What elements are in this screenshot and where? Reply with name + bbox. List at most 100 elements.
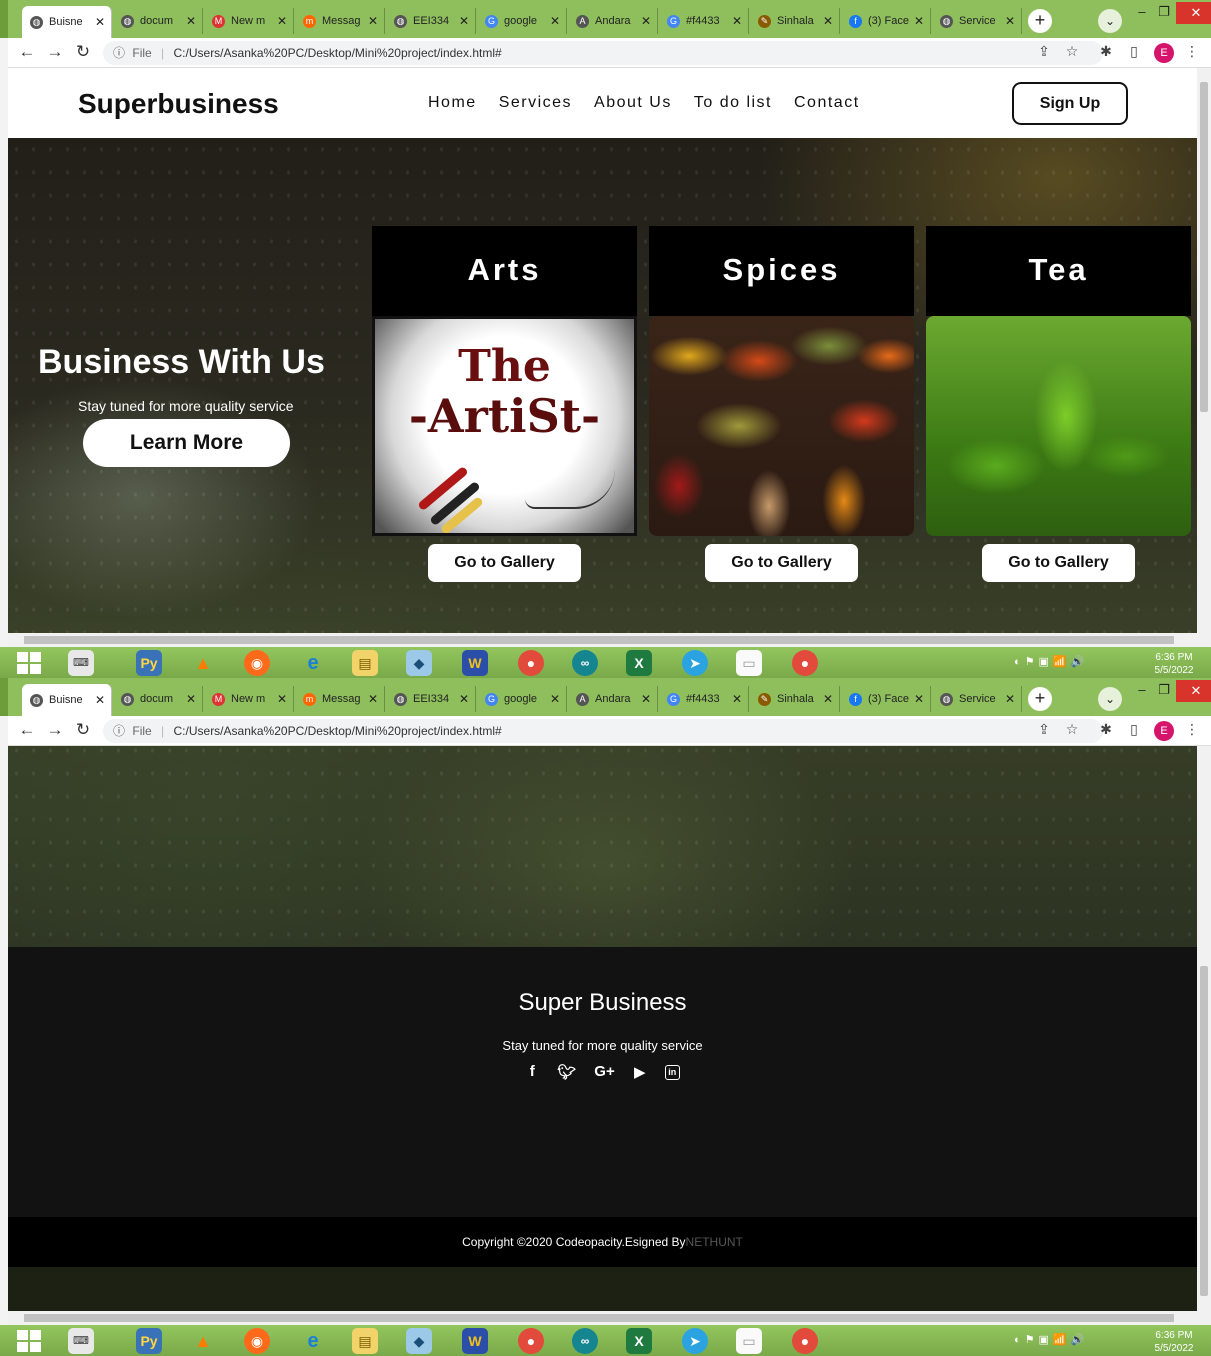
browser-tab[interactable]: f (3) Face ✕ [841,686,931,712]
arduino-icon[interactable]: ∞ [572,650,598,676]
reload-icon[interactable]: ↻ [72,42,94,62]
forward-arrow-icon[interactable]: → [44,42,66,62]
tab-close-icon[interactable]: ✕ [457,692,471,706]
tab-close-icon[interactable]: ✕ [184,692,198,706]
vlc-icon[interactable]: ▲ [190,650,216,676]
browser-tab[interactable]: ◍ Service ✕ [932,8,1022,34]
browser-tab[interactable]: M New m ✕ [204,8,294,34]
tab-close-icon[interactable]: ✕ [1003,14,1017,28]
taskbar-clock[interactable]: 6:36 PM 5/5/2022 [1145,651,1203,677]
browser-tab[interactable]: A Andara ✕ [568,686,658,712]
browser-tab[interactable]: ◍ Service ✕ [932,686,1022,712]
vlc-icon[interactable]: ▲ [190,1328,216,1354]
tab-search-chevron-icon[interactable]: ⌄ [1098,9,1122,33]
restore-icon[interactable]: ❐ [1156,682,1172,704]
minimize-icon[interactable]: – [1134,682,1150,704]
vertical-scrollbar[interactable] [1197,68,1211,633]
profile-avatar[interactable]: E [1154,43,1174,63]
facebook-icon[interactable]: f [525,1063,539,1081]
address-bar[interactable]: ⓘ File | C:/Users/Asanka%20PC/Desktop/Mi… [103,41,1103,65]
internet-explorer-icon[interactable]: e [300,650,326,676]
tab-close-icon[interactable]: ✕ [548,14,562,28]
reload-icon[interactable]: ↻ [72,720,94,740]
browser-tab[interactable]: ✎ Sinhala ✕ [750,8,840,34]
browser-tab[interactable]: M New m ✕ [204,686,294,712]
nav-about-us[interactable]: About Us [594,94,672,112]
profile-avatar[interactable]: E [1154,721,1174,741]
bookmark-star-icon[interactable]: ☆ [1062,43,1082,60]
firefox-icon[interactable]: ◉ [244,650,270,676]
browser-tab[interactable]: Ggoogle ✕ [477,8,567,34]
tab-close-icon[interactable]: ✕ [639,14,653,28]
window-close-icon[interactable]: ✕ [1176,2,1211,24]
vertical-scrollbar[interactable] [1197,746,1211,1311]
matlab-icon[interactable]: W [462,1328,488,1354]
browser-tab[interactable]: ◍ docum ✕ [113,8,203,34]
extensions-puzzle-icon[interactable]: ✱ [1096,721,1116,738]
tab-close-icon[interactable]: ✕ [184,14,198,28]
telegram-icon[interactable]: ➤ [682,650,708,676]
nav-contact[interactable]: Contact [794,94,860,112]
site-brand[interactable]: Superbusiness [78,88,279,120]
file-explorer-icon[interactable]: ▤ [352,1328,378,1354]
nav-todo-list[interactable]: To do list [694,94,772,112]
copyright-brand-link[interactable]: NETHUNT [686,1235,743,1249]
firefox-icon[interactable]: ◉ [244,1328,270,1354]
window-close-icon[interactable]: ✕ [1176,680,1211,702]
excel-icon[interactable]: X [626,1328,652,1354]
chrome-icon[interactable]: ● [518,650,544,676]
chrome-icon[interactable]: ● [518,1328,544,1354]
windows-start-icon[interactable] [17,652,41,674]
browser-tab[interactable]: Ggoogle ✕ [477,686,567,712]
internet-explorer-icon[interactable]: e [300,1328,326,1354]
linkedin-icon[interactable]: in [664,1065,680,1080]
twitter-icon[interactable]: 🐦︎ [557,1063,576,1081]
arduino-icon[interactable]: ∞ [572,1328,598,1354]
tab-close-icon[interactable]: ✕ [275,692,289,706]
tab-close-icon[interactable]: ✕ [639,692,653,706]
chrome-profile-icon[interactable]: ● [792,1328,818,1354]
keyboard-icon[interactable]: ⌨ [68,1328,94,1354]
address-bar[interactable]: ⓘ File | C:/Users/Asanka%20PC/Desktop/Mi… [103,719,1103,743]
windows-start-icon[interactable] [17,1330,41,1352]
browser-tab[interactable]: ◍ docum ✕ [113,686,203,712]
tab-close-icon[interactable]: ✕ [821,692,835,706]
browser-tab[interactable]: G #f4433 ✕ [659,686,749,712]
go-to-gallery-button[interactable]: Go to Gallery [982,544,1135,582]
learn-more-button[interactable]: Learn More [83,419,290,467]
tab-close-icon[interactable]: ✕ [730,14,744,28]
new-tab-button[interactable]: + [1028,9,1052,33]
python-icon[interactable]: Py [136,1328,162,1354]
extensions-puzzle-icon[interactable]: ✱ [1096,43,1116,60]
tab-close-icon[interactable]: ✕ [548,692,562,706]
back-arrow-icon[interactable]: ← [16,720,38,740]
restore-icon[interactable]: ❐ [1156,4,1172,26]
system-tray[interactable]: ◐⚑▣📶🔊 [1014,1333,1088,1346]
share-icon[interactable]: ⇪ [1034,43,1054,60]
browser-tab[interactable]: A Andara ✕ [568,8,658,34]
new-tab-button[interactable]: + [1028,687,1052,711]
browser-tab[interactable]: m Messag ✕ [295,686,385,712]
nav-home[interactable]: Home [428,94,477,112]
bookmark-star-icon[interactable]: ☆ [1062,721,1082,738]
system-tray[interactable]: ◐⚑▣📶🔊 [1014,655,1088,668]
browser-menu-icon[interactable]: ⋮ [1182,43,1202,60]
google-plus-icon[interactable]: G+ [594,1063,614,1081]
tab-close-icon[interactable]: ✕ [93,693,107,707]
browser-tab[interactable]: G #f4433 ✕ [659,8,749,34]
tab-close-icon[interactable]: ✕ [1003,692,1017,706]
notepad-icon[interactable]: ▭ [736,650,762,676]
browser-tab[interactable]: ◍ EEI334 ✕ [386,686,476,712]
browser-tab[interactable]: m Messag ✕ [295,8,385,34]
notes-app-icon[interactable]: ◆ [406,650,432,676]
notes-app-icon[interactable]: ◆ [406,1328,432,1354]
tab-close-icon[interactable]: ✕ [730,692,744,706]
tab-close-icon[interactable]: ✕ [366,14,380,28]
browser-tab[interactable]: ✎ Sinhala ✕ [750,686,840,712]
go-to-gallery-button[interactable]: Go to Gallery [428,544,581,582]
browser-tab[interactable]: ◍ EEI334 ✕ [386,8,476,34]
side-panel-icon[interactable]: ▯ [1124,43,1144,60]
excel-icon[interactable]: X [626,650,652,676]
youtube-icon[interactable]: ▶ [633,1063,647,1081]
tab-search-chevron-icon[interactable]: ⌄ [1098,687,1122,711]
